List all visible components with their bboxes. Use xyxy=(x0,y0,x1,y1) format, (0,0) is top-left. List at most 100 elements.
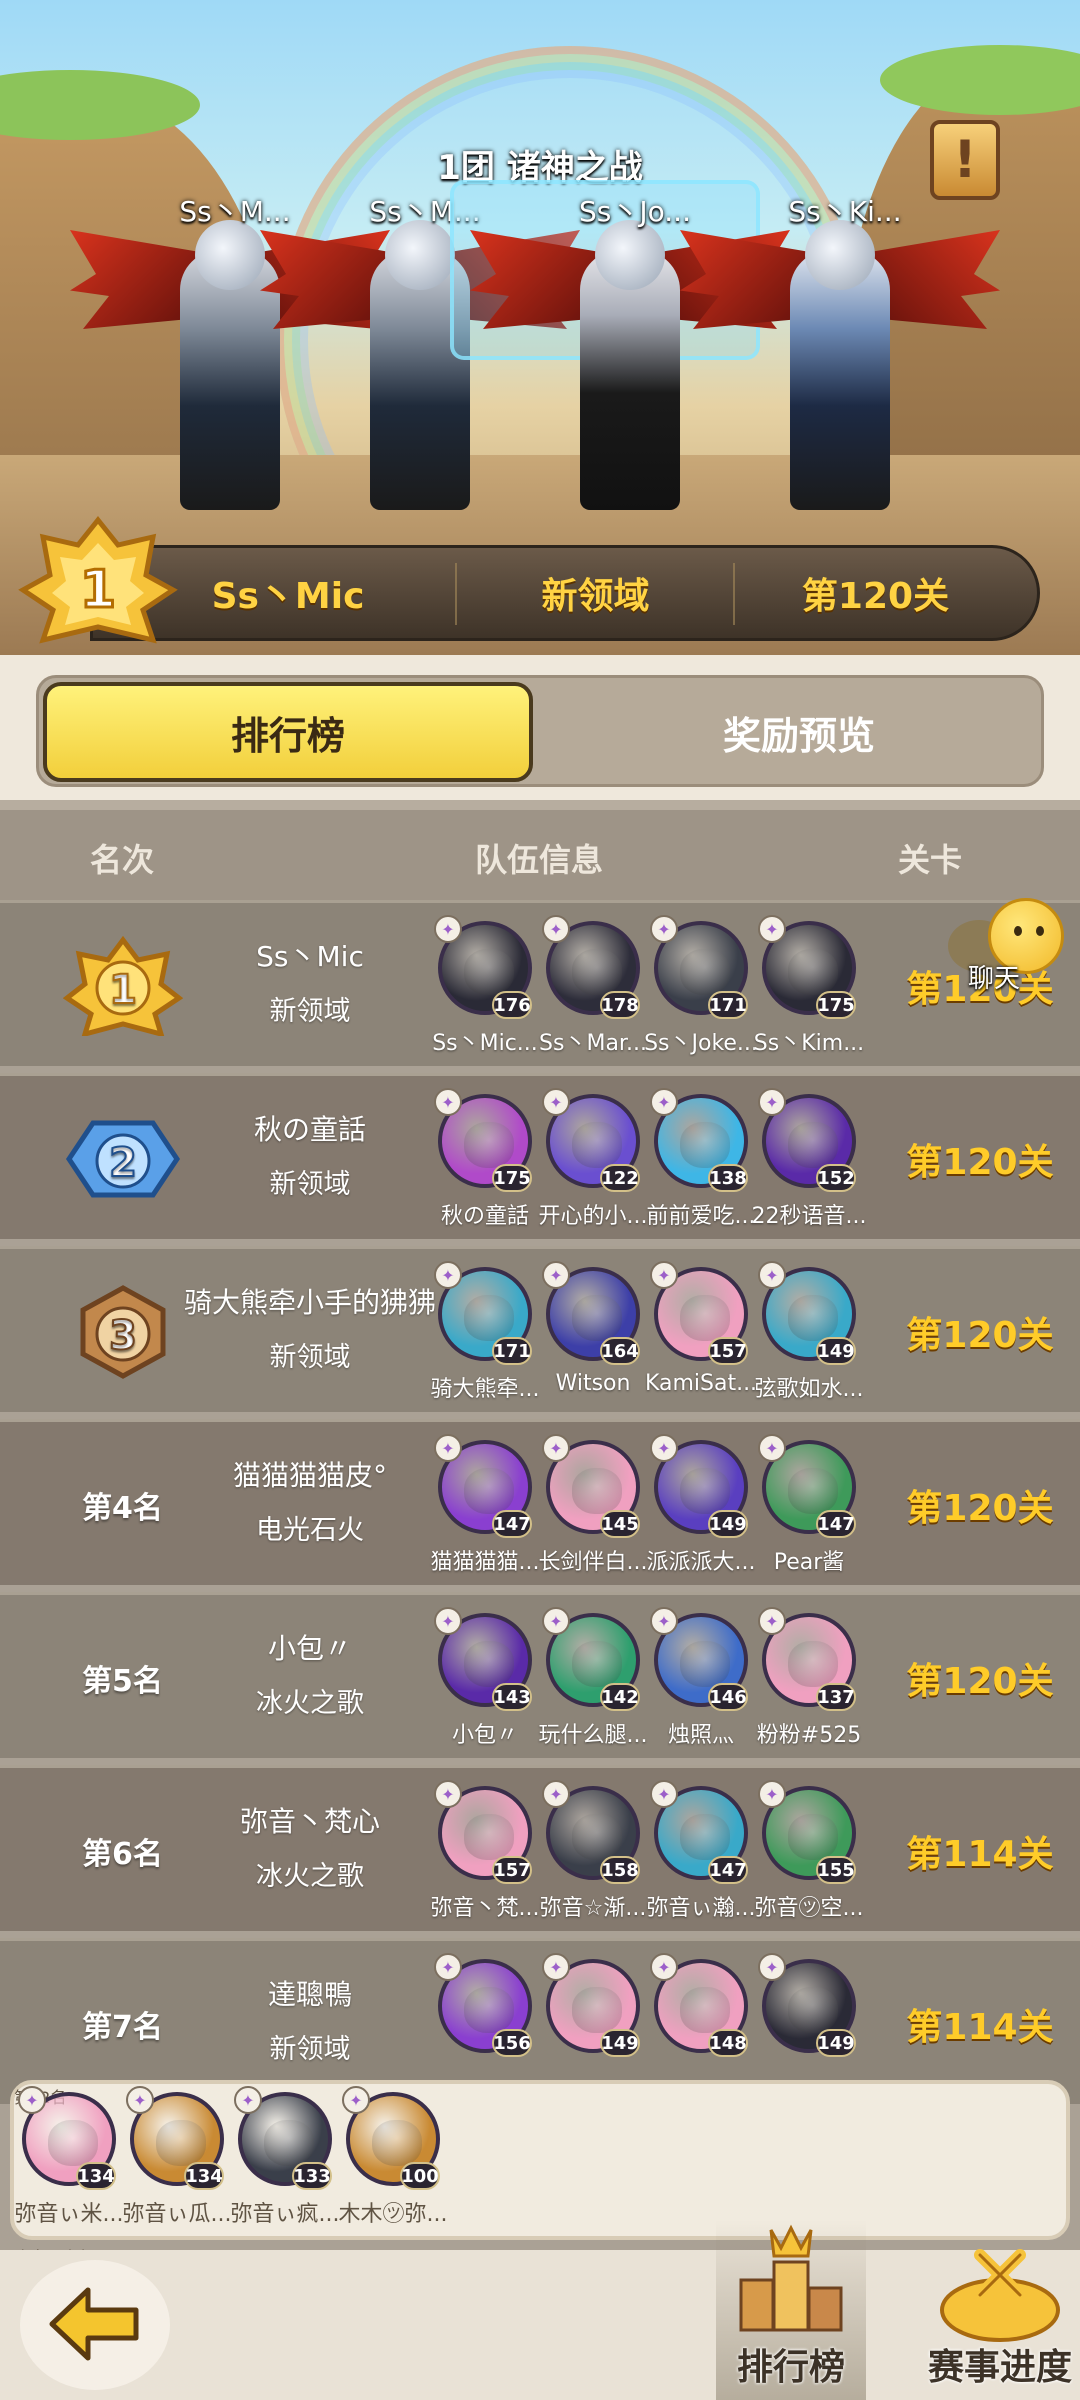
member-slot[interactable]: ✦ 142 玩什么腿... xyxy=(538,1605,648,1755)
member-slot[interactable]: ✦ 148 xyxy=(646,1951,756,2101)
member-slot[interactable]: ✦ 176 Ss丶Mic... xyxy=(430,913,540,1063)
member-slot[interactable]: ✦ 157 KamiSat... xyxy=(645,1259,757,1409)
member-slot[interactable]: ✦ 146 烛照灬 xyxy=(646,1605,756,1755)
element-icon: ✦ xyxy=(434,1088,462,1116)
member-name: 长剑伴白... xyxy=(538,1550,648,1575)
leaderboard-row[interactable]: 第5名 小包〃 冰火之歌 ✦ 143 小包〃 ✦ 142 玩什么腿... ✦ 146 烛照灬 ✦ 137 粉… xyxy=(0,1592,1080,1758)
member-face xyxy=(680,949,730,995)
element-icon: ✦ xyxy=(434,1434,462,1462)
element-icon: ✦ xyxy=(126,2086,154,2114)
row-team-name: Ss丶Mic xyxy=(256,940,364,973)
element-icon: ✦ xyxy=(542,915,570,943)
tab-leaderboard[interactable]: 排行榜 xyxy=(43,682,533,782)
row-rank: 第4名 xyxy=(82,1491,163,1526)
member-name: Ss丶Kim... xyxy=(753,1031,865,1056)
element-icon: ✦ xyxy=(650,1434,678,1462)
element-icon: ✦ xyxy=(234,2086,262,2114)
member-slot[interactable]: ✦ 137 粉粉#525 xyxy=(754,1605,864,1755)
leaderboard-row[interactable]: 2 秋の童話 新领域 ✦ 175 秋の童話 ✦ 122 开心的小... ✦ 138 前前爱吃... ✦ 1… xyxy=(0,1073,1080,1239)
leaderboard-list[interactable]: 名次 队伍信息 关卡 1 Ss丶Mic 新领域 ✦ 176 Ss丶Mic... ✦ 178 Ss… xyxy=(0,810,1080,2250)
element-icon: ✦ xyxy=(758,1088,786,1116)
row-members: ✦ 156 ✦ 149 ✦ 148 ✦ 149 xyxy=(430,1951,870,2101)
row-guild: 新领域 xyxy=(269,996,351,1027)
member-slot[interactable]: ✦ 156 xyxy=(430,1951,540,2101)
member-slot[interactable]: ✦ 149 派派派大... xyxy=(646,1432,756,1582)
leaderboard-row[interactable]: 3 骑大熊牵小手的狒狒 新领域 ✦ 171 骑大熊牵... ✦ 164 Witson ✦ 157 Ka… xyxy=(0,1246,1080,1412)
member-slot[interactable]: ✦ 145 长剑伴白... xyxy=(538,1432,648,1582)
member-level: 175 xyxy=(816,991,856,1019)
member-name: 派派派大... xyxy=(646,1550,756,1575)
member-slot[interactable]: ✦ 147 Pear酱 xyxy=(754,1432,864,1582)
char-head xyxy=(385,220,455,290)
member-name: 22秒语音... xyxy=(751,1204,867,1229)
back-button[interactable] xyxy=(20,2260,170,2390)
rank-1-crown-badge: 1 xyxy=(18,515,178,644)
row-team-name: 弥音丶梵心 xyxy=(239,1805,380,1838)
member-name: 弦歌如水... xyxy=(754,1377,864,1402)
alert-icon[interactable]: ! xyxy=(930,120,1000,200)
member-slot[interactable]: ✦ 147 弥音ぃ瀚... xyxy=(646,1778,756,1928)
leaderboard-row[interactable]: 1 Ss丶Mic 新领域 ✦ 176 Ss丶Mic... ✦ 178 Ss丶Mar... ✦ 171… xyxy=(0,900,1080,1066)
member-name: 开心的小... xyxy=(538,1204,648,1229)
member-level: 134 xyxy=(184,2162,224,2190)
hero-guild: 新领域 xyxy=(541,576,650,617)
member-slot[interactable]: ✦ 149 xyxy=(538,1951,648,2101)
member-slot[interactable]: ✦ 178 Ss丶Mar... xyxy=(538,913,648,1063)
hero-member-name: Ss丶Jo... xyxy=(579,195,691,228)
tab-rewards-preview[interactable]: 奖励预览 xyxy=(559,682,1039,782)
member-slot[interactable]: ✦ 134 弥音ぃ瓜... xyxy=(122,2084,232,2234)
list-header: 名次 队伍信息 关卡 xyxy=(0,810,1080,900)
member-slot[interactable]: ✦ 171 骑大熊牵... xyxy=(430,1259,540,1409)
member-name: 木木㋡弥... xyxy=(338,2202,448,2227)
chat-button[interactable]: 聊天 xyxy=(948,898,1068,998)
hero-member-4[interactable]: Ss丶Ki... xyxy=(680,195,940,520)
member-slot[interactable]: ✦ 134 弥音ぃ米... xyxy=(14,2084,124,2234)
member-slot[interactable]: ✦ 158 弥音☆渐... xyxy=(538,1778,648,1928)
member-slot[interactable]: ✦ 164 Witson xyxy=(538,1259,648,1409)
member-name: 弥音ぃ疯... xyxy=(230,2202,340,2227)
member-face xyxy=(464,1987,514,2033)
nav-event-progress[interactable]: 赛事进度 xyxy=(920,2240,1080,2400)
tab-bar: 排行榜 奖励预览 xyxy=(36,675,1044,787)
element-icon: ✦ xyxy=(758,1261,786,1289)
member-slot[interactable]: ✦ 171 Ss丶Joke... xyxy=(644,913,758,1063)
member-face xyxy=(572,1987,622,2033)
element-icon: ✦ xyxy=(542,1780,570,1808)
member-level: 152 xyxy=(816,1164,856,1192)
hero-member-3[interactable]: Ss丶Jo... xyxy=(470,195,730,520)
member-slot[interactable]: ✦ 155 弥音㋡空... xyxy=(754,1778,864,1928)
member-face xyxy=(464,1122,514,1168)
leaderboard-row[interactable]: 第6名 弥音丶梵心 冰火之歌 ✦ 157 弥音丶梵... ✦ 158 弥音☆渐... ✦ 147 弥音… xyxy=(0,1765,1080,1931)
member-face xyxy=(788,1468,838,1514)
nav-leaderboard[interactable]: 排行榜 xyxy=(716,2220,866,2400)
member-face xyxy=(788,1122,838,1168)
member-face xyxy=(464,1468,514,1514)
member-slot[interactable]: ✦ 147 猫猫猫猫... xyxy=(430,1432,540,1582)
member-slot[interactable]: ✦ 143 小包〃 xyxy=(430,1605,540,1755)
member-face xyxy=(788,1987,838,2033)
member-slot[interactable]: ✦ 175 Ss丶Kim... xyxy=(754,913,864,1063)
member-level: 143 xyxy=(492,1683,532,1711)
member-slot[interactable]: ✦ 149 xyxy=(754,1951,864,2101)
member-slot[interactable]: ✦ 100 木木㋡弥... xyxy=(338,2084,448,2234)
member-level: 149 xyxy=(708,1510,748,1538)
member-slot[interactable]: ✦ 175 秋の童話 xyxy=(430,1086,540,1236)
member-level: 164 xyxy=(600,1337,640,1365)
member-name: 弥音㋡空... xyxy=(754,1896,864,1921)
member-slot[interactable]: ✦ 149 弦歌如水... xyxy=(754,1259,864,1409)
member-face xyxy=(788,1641,838,1687)
member-slot[interactable]: ✦ 157 弥音丶梵... xyxy=(430,1778,540,1928)
hero-banner: 1团 诸神之战 ! Ss丶M... Ss丶M... $0,010,000 Ss丶… xyxy=(0,0,1080,655)
member-slot[interactable]: ✦ 138 前前爱吃... xyxy=(646,1086,756,1236)
member-name: 小包〃 xyxy=(451,1723,518,1748)
member-slot[interactable]: ✦ 133 弥音ぃ疯... xyxy=(230,2084,340,2234)
leaderboard-row[interactable]: 第4名 猫猫猫猫皮° 电光石火 ✦ 147 猫猫猫猫... ✦ 145 长剑伴白... ✦ 149 派… xyxy=(0,1419,1080,1585)
member-face xyxy=(464,949,514,995)
member-slot[interactable]: ✦ 152 22秒语音... xyxy=(752,1086,866,1236)
element-icon: ✦ xyxy=(758,1780,786,1808)
own-team-row[interactable]: 第12名弥音ぃ米尔冰火之歌✦134弥音ぃ米...✦134弥音ぃ瓜...✦133弥… xyxy=(10,2080,1070,2315)
member-level: 147 xyxy=(492,1510,532,1538)
element-icon: ✦ xyxy=(18,2086,46,2114)
member-name: 猫猫猫猫... xyxy=(430,1550,540,1575)
member-slot[interactable]: ✦ 122 开心的小... xyxy=(538,1086,648,1236)
